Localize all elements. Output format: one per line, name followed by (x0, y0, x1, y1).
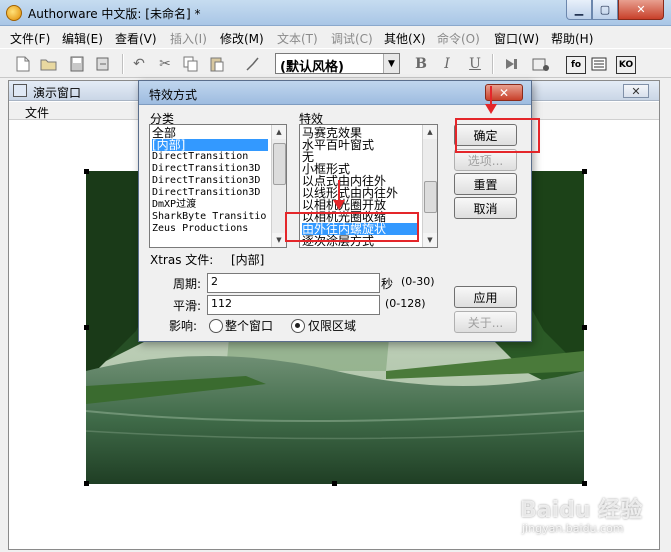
period-label: 周期: (173, 277, 202, 291)
affect-whole-window-label[interactable]: 整个窗口 (225, 317, 273, 334)
new-file-icon[interactable] (14, 55, 32, 73)
style-dropdown[interactable]: (默认风格) ▼ (275, 53, 400, 75)
scroll-down-icon[interactable]: ▼ (423, 233, 437, 247)
chevron-down-icon[interactable]: ▼ (383, 54, 399, 73)
title-bar: Authorware 中文版: [未命名] * ▁ ▢ ✕ (0, 0, 671, 26)
scroll-up-icon[interactable]: ▲ (272, 125, 286, 139)
toolbar: ↶ ✂ (默认风格) ▼ B I U fo KO (0, 48, 671, 78)
resize-handle[interactable] (582, 325, 587, 330)
menu-debug[interactable]: 调试(C) (331, 30, 373, 47)
resize-handle[interactable] (84, 481, 89, 486)
italic-button[interactable]: I (438, 55, 456, 73)
affect-whole-window-radio[interactable] (209, 319, 223, 333)
menu-edit[interactable]: 编辑(E) (62, 30, 103, 47)
period-range: (0-30) (401, 275, 435, 288)
bold-button[interactable]: B (412, 55, 430, 73)
xtras-label: Xtras 文件: (150, 253, 214, 267)
resize-handle[interactable] (582, 169, 587, 174)
smooth-range: (0-128) (385, 297, 426, 310)
affect-region-only-label[interactable]: 仅限区域 (308, 317, 356, 334)
menu-insert[interactable]: 插入(I) (170, 30, 207, 47)
knowledge-objects-button[interactable]: KO (616, 56, 636, 74)
cancel-button[interactable]: 取消 (454, 197, 517, 219)
scroll-thumb[interactable] (273, 143, 286, 185)
underline-button[interactable]: U (466, 55, 484, 73)
resize-handle[interactable] (582, 481, 587, 486)
find-replace-icon[interactable] (244, 55, 262, 73)
list-item[interactable]: DmXP过渡 (152, 199, 196, 211)
list-item[interactable]: DirectTransition3D (152, 187, 260, 199)
list-item[interactable]: DirectTransition (152, 151, 248, 163)
maximize-button[interactable]: ▢ (592, 0, 618, 20)
cut-icon[interactable]: ✂ (156, 55, 174, 73)
resize-handle[interactable] (84, 325, 89, 330)
import-icon[interactable] (94, 55, 112, 73)
run-icon[interactable] (502, 55, 520, 73)
menu-window[interactable]: 窗口(W) (494, 30, 539, 47)
effect-highlight-box (285, 212, 419, 242)
copy-icon[interactable] (182, 55, 200, 73)
scroll-thumb[interactable] (424, 181, 437, 213)
menu-view[interactable]: 查看(V) (115, 30, 157, 47)
presentation-close-button[interactable]: ✕ (623, 84, 649, 98)
xtras-value: [内部] (231, 253, 265, 267)
menu-text[interactable]: 文本(T) (277, 30, 318, 47)
dialog-title: 特效方式 (149, 88, 198, 102)
menu-bar: 文件(F) 编辑(E) 查看(V) 插入(I) 修改(M) 文本(T) 调试(C… (0, 27, 671, 47)
functions-button[interactable]: fo (566, 56, 586, 74)
window-icon (13, 84, 27, 97)
menu-file[interactable]: 文件(F) (10, 30, 50, 47)
arrow-to-effect (338, 180, 340, 202)
save-all-icon[interactable] (68, 55, 86, 73)
smooth-input[interactable]: 112 (207, 295, 380, 315)
reset-button[interactable]: 重置 (454, 173, 517, 195)
about-button[interactable]: 关于... (454, 311, 517, 333)
variables-icon[interactable] (590, 55, 608, 73)
arrow-head-icon (333, 200, 345, 210)
style-dropdown-value: (默认风格) (280, 60, 344, 75)
list-item[interactable]: DirectTransition3D (152, 163, 260, 175)
list-item[interactable]: SharkByte Transitio (152, 211, 266, 223)
dialog-title-bar: 特效方式 ✕ (139, 81, 531, 105)
effects-scrollbar[interactable]: ▲ ▼ (422, 125, 437, 247)
scroll-up-icon[interactable]: ▲ (423, 125, 437, 139)
list-item[interactable]: [内部] (152, 139, 268, 151)
control-panel-icon[interactable] (532, 55, 550, 73)
presentation-menu-file[interactable]: 文件 (25, 104, 49, 121)
scroll-down-icon[interactable]: ▼ (272, 233, 286, 247)
minimize-button[interactable]: ▁ (566, 0, 592, 20)
menu-other[interactable]: 其他(X) (384, 30, 426, 47)
resize-handle[interactable] (332, 481, 337, 486)
arrow-to-ok (490, 86, 492, 106)
paste-icon[interactable] (208, 55, 226, 73)
period-input[interactable]: 2 (207, 273, 380, 293)
menu-modify[interactable]: 修改(M) (220, 30, 264, 47)
presentation-title: 演示窗口 (33, 86, 82, 100)
affect-region-only-radio[interactable] (291, 319, 305, 333)
smooth-label: 平滑: (173, 299, 202, 313)
affect-label: 影响: (169, 319, 198, 333)
category-list[interactable]: 全部 [内部] DirectTransition DirectTransitio… (149, 124, 287, 248)
resize-handle[interactable] (84, 169, 89, 174)
list-item[interactable]: Zeus Productions (152, 223, 248, 235)
watermark-url: jingyan.baidu.com (522, 522, 624, 535)
list-item[interactable]: DirectTransition3D (152, 175, 260, 187)
undo-icon[interactable]: ↶ (130, 55, 148, 73)
period-unit: 秒 (381, 277, 394, 291)
window-title: Authorware 中文版: [未命名] * (28, 7, 201, 21)
authorware-app-icon (6, 5, 22, 21)
menu-help[interactable]: 帮助(H) (551, 30, 593, 47)
open-folder-icon[interactable] (40, 55, 58, 73)
watermark-logo: Baidu 经验 (520, 498, 643, 523)
ok-highlight-box (455, 118, 540, 153)
close-button[interactable]: ✕ (618, 0, 664, 20)
arrow-head-icon (485, 104, 497, 114)
category-scrollbar[interactable]: ▲ ▼ (271, 125, 286, 247)
apply-button[interactable]: 应用 (454, 286, 517, 308)
menu-command[interactable]: 命令(O) (437, 30, 480, 47)
